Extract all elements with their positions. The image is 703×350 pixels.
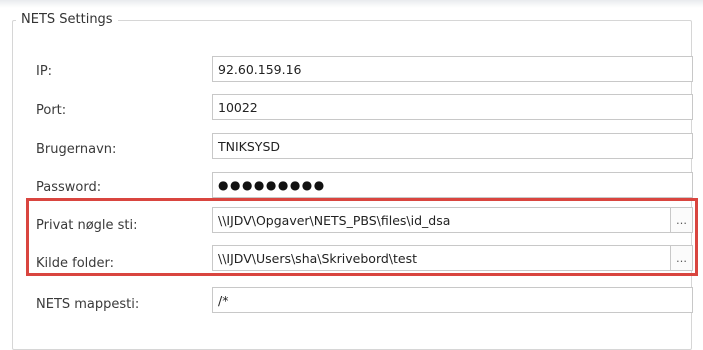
private-key-path-label: Privat nøgle sti: xyxy=(36,218,138,233)
browse-private-key-button[interactable]: … xyxy=(670,208,692,232)
port-value[interactable]: 10022 xyxy=(213,100,692,115)
browse-source-folder-button[interactable]: … xyxy=(670,246,692,270)
top-background-strip xyxy=(0,0,703,8)
nets-folder-path-field[interactable]: /* xyxy=(212,287,693,313)
port-field[interactable]: 10022 xyxy=(212,94,693,120)
username-label: Brugernavn: xyxy=(36,142,117,157)
password-value[interactable]: ●●●●●●●●● xyxy=(213,178,692,192)
password-label: Password: xyxy=(36,180,102,195)
ip-field[interactable]: 92.60.159.16 xyxy=(212,56,693,82)
source-folder-field[interactable]: \\IJDV\Users\sha\Skrivebord\test … xyxy=(212,245,693,271)
ip-label: IP: xyxy=(36,64,53,79)
nets-folder-path-value[interactable]: /* xyxy=(213,293,692,308)
ellipsis-icon: … xyxy=(676,213,687,227)
ip-value[interactable]: 92.60.159.16 xyxy=(213,62,692,77)
ellipsis-icon: … xyxy=(676,251,687,265)
nets-folder-path-label: NETS mappesti: xyxy=(36,297,140,312)
password-field[interactable]: ●●●●●●●●● xyxy=(212,172,693,198)
username-value[interactable]: TNIKSYSD xyxy=(213,139,692,154)
source-folder-label: Kilde folder: xyxy=(36,256,115,271)
source-folder-value[interactable]: \\IJDV\Users\sha\Skrivebord\test xyxy=(213,251,670,266)
private-key-path-value[interactable]: \\IJDV\Opgaver\NETS_PBS\files\id_dsa xyxy=(213,213,670,228)
username-field[interactable]: TNIKSYSD xyxy=(212,133,693,159)
private-key-path-field[interactable]: \\IJDV\Opgaver\NETS_PBS\files\id_dsa … xyxy=(212,207,693,233)
group-title: NETS Settings xyxy=(16,12,118,28)
port-label: Port: xyxy=(36,103,67,118)
